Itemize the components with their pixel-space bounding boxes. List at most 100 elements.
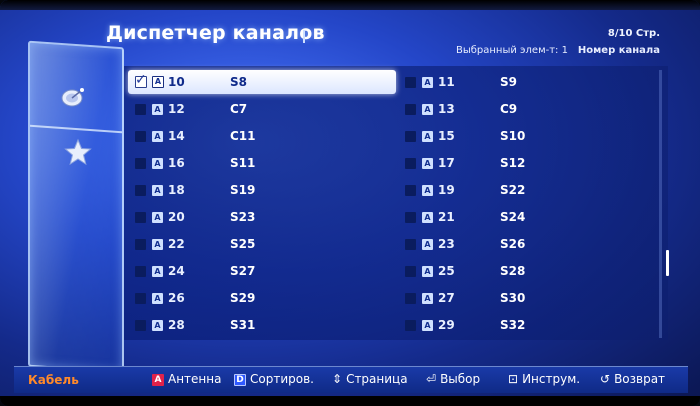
page-indicator: 8/10 Стр. (607, 28, 660, 39)
channel-number: 18 (168, 183, 185, 197)
channel-checkbox[interactable] (135, 158, 146, 169)
channel-number: 26 (168, 291, 185, 305)
channel-checkbox[interactable] (405, 104, 416, 115)
channel-row: A 12 C7 A 13 C9 (124, 96, 668, 123)
red-a-key-icon: A (152, 374, 164, 386)
channel-item[interactable]: A 24 S27 (128, 258, 396, 285)
channel-checkbox[interactable]: ✓ (135, 72, 147, 88)
tools-label: Инструм. (522, 372, 581, 386)
channel-checkbox[interactable] (405, 293, 416, 304)
scrollbar-thumb[interactable] (666, 250, 669, 276)
back-hint[interactable]: ↺ Возврат (600, 372, 665, 386)
blue-d-key-icon: D (234, 374, 246, 386)
channel-item[interactable]: A 28 S31 (128, 312, 396, 339)
analog-type-icon: A (422, 104, 433, 115)
analog-type-icon: A (152, 76, 164, 88)
channel-checkbox[interactable] (135, 185, 146, 196)
channel-name: S24 (500, 210, 526, 224)
channel-item[interactable]: A 27 S30 (398, 285, 666, 312)
channel-name: C7 (230, 102, 248, 116)
channel-item[interactable]: A 26 S29 (128, 285, 396, 312)
channel-number: 20 (168, 210, 185, 224)
analog-type-icon: A (152, 158, 163, 169)
channel-checkbox[interactable] (135, 293, 146, 304)
page-label: Страница (346, 372, 408, 386)
antenna-hint[interactable]: A Антенна (152, 372, 221, 386)
selected-count: Выбранный элем-т: 1 (456, 45, 568, 56)
channel-item[interactable]: A 25 S28 (398, 258, 666, 285)
channel-checkbox[interactable] (135, 212, 146, 223)
channel-number: 11 (438, 75, 455, 89)
bezel-bottom (0, 396, 700, 406)
satellite-icon[interactable] (60, 86, 86, 108)
analog-type-icon: A (152, 185, 163, 196)
channel-checkbox[interactable] (405, 239, 416, 250)
channel-item[interactable]: A 17 S12 (398, 150, 666, 177)
channel-item[interactable]: A 14 C11 (128, 123, 396, 150)
channel-item[interactable]: A 12 C7 (128, 96, 396, 123)
sort-label: Сортиров. (250, 372, 314, 386)
scrollbar-track[interactable] (659, 70, 662, 338)
channel-checkbox[interactable] (135, 320, 146, 331)
channel-name: S23 (230, 210, 256, 224)
channel-row: A 16 S11 A 17 S12 (124, 150, 668, 177)
channel-checkbox[interactable] (405, 320, 416, 331)
channel-checkbox[interactable] (405, 158, 416, 169)
channel-item[interactable]: A 18 S19 (128, 177, 396, 204)
channel-name: S25 (230, 237, 256, 251)
analog-type-icon: A (152, 131, 163, 142)
channel-row: A 24 S27 A 25 S28 (124, 258, 668, 285)
channel-number: 15 (438, 129, 455, 143)
channel-name: C9 (500, 102, 518, 116)
channel-number: 27 (438, 291, 455, 305)
channel-item[interactable]: A 11 S9 (398, 69, 666, 96)
channel-name: S26 (500, 237, 526, 251)
channel-number: 16 (168, 156, 185, 170)
sort-mode: Номер канала (577, 45, 660, 56)
bezel-top (0, 0, 700, 10)
channel-item[interactable]: A 13 C9 (398, 96, 666, 123)
channel-checkbox[interactable] (405, 266, 416, 277)
channel-checkbox[interactable] (135, 266, 146, 277)
channel-checkbox[interactable] (135, 104, 146, 115)
channel-name: S30 (500, 291, 526, 305)
channel-item[interactable]: A 16 S11 (128, 150, 396, 177)
channel-row: A 20 S23 A 21 S24 (124, 204, 668, 231)
channel-name: S19 (230, 183, 256, 197)
channel-name: S11 (230, 156, 256, 170)
channel-item[interactable]: ✓ A 10 S8 (128, 70, 396, 94)
select-label: Выбор (440, 372, 481, 386)
tools-hint[interactable]: ⊡ Инструм. (508, 372, 580, 386)
analog-type-icon: A (422, 131, 433, 142)
channel-checkbox[interactable] (135, 239, 146, 250)
channel-name: S12 (500, 156, 526, 170)
channel-number: 13 (438, 102, 455, 116)
channel-row: A 18 S19 A 19 S22 (124, 177, 668, 204)
channel-name: S8 (230, 75, 247, 89)
channel-checkbox[interactable] (135, 131, 146, 142)
channel-number: 12 (168, 102, 185, 116)
select-hint[interactable]: ⏎ Выбор (426, 372, 480, 386)
analog-type-icon: A (422, 77, 433, 88)
channel-checkbox[interactable] (405, 131, 416, 142)
channel-item[interactable]: A 19 S22 (398, 177, 666, 204)
up-down-arrows-icon: ⇕ (332, 372, 343, 386)
analog-type-icon: A (422, 293, 433, 304)
channel-item[interactable]: A 29 S32 (398, 312, 666, 339)
channel-name: S10 (500, 129, 526, 143)
channel-item[interactable]: A 23 S26 (398, 231, 666, 258)
channel-item[interactable]: A 15 S10 (398, 123, 666, 150)
channel-checkbox[interactable] (405, 212, 416, 223)
channel-name: C11 (230, 129, 256, 143)
channel-item[interactable]: A 21 S24 (398, 204, 666, 231)
channel-row: A 22 S25 A 23 S26 (124, 231, 668, 258)
channel-number: 23 (438, 237, 455, 251)
sort-hint[interactable]: D Сортиров. (234, 372, 314, 386)
channel-item[interactable]: A 22 S25 (128, 231, 396, 258)
channel-item[interactable]: A 20 S23 (128, 204, 396, 231)
page-hint[interactable]: ⇕ Страница (332, 372, 408, 386)
channel-number: 10 (168, 75, 185, 89)
star-icon[interactable] (64, 138, 92, 166)
channel-checkbox[interactable] (405, 77, 416, 88)
channel-checkbox[interactable] (405, 185, 416, 196)
